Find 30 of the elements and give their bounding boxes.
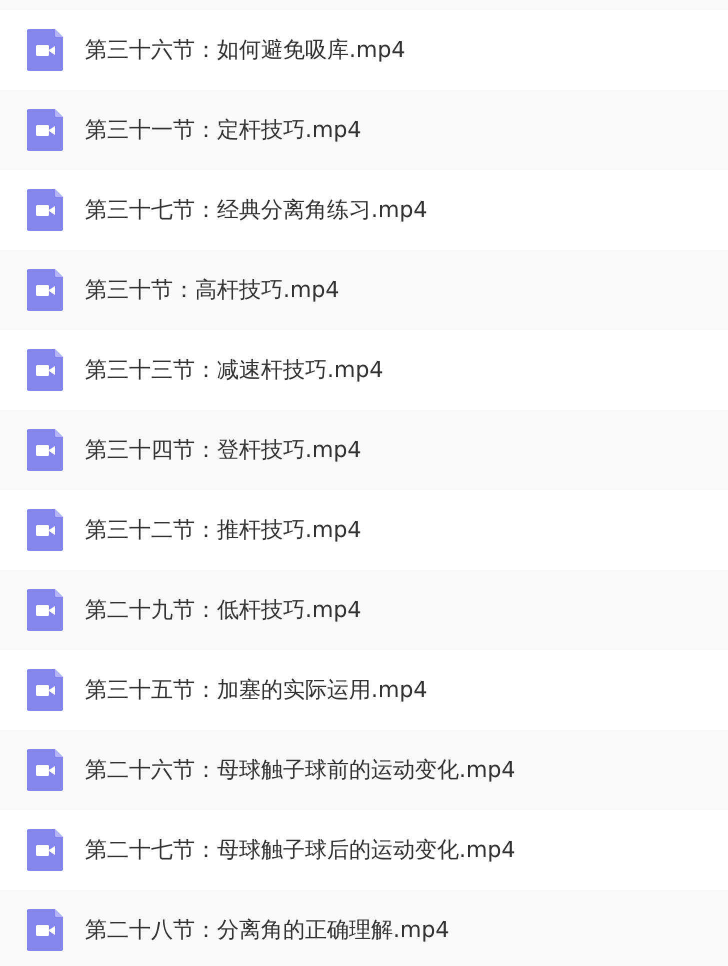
- file-name: 第三十一节：定杆技巧.mp4: [85, 117, 362, 145]
- file-name: 第二十七节：母球触子球后的运动变化.mp4: [85, 837, 516, 865]
- video-file-icon: [27, 589, 63, 631]
- file-name: 第二十八节：分离角的正确理解.mp4: [85, 917, 450, 945]
- file-row[interactable]: 第三十七节：经典分离角练习.mp4: [0, 170, 728, 250]
- file-row[interactable]: 第三十三节：减速杆技巧.mp4: [0, 330, 728, 410]
- video-file-icon: [27, 109, 63, 151]
- video-file-icon: [27, 669, 63, 711]
- video-file-icon: [27, 429, 63, 471]
- video-file-icon: [27, 269, 63, 311]
- file-name: 第三十五节：加塞的实际运用.mp4: [85, 677, 428, 705]
- file-name: 第二十九节：低杆技巧.mp4: [85, 597, 362, 625]
- video-file-icon: [27, 349, 63, 391]
- video-file-icon: [27, 829, 63, 871]
- video-file-icon: [27, 909, 63, 951]
- file-name: 第三十七节：经典分离角练习.mp4: [85, 197, 428, 225]
- video-file-icon: [27, 29, 63, 71]
- file-name: 第二十六节：母球触子球前的运动变化.mp4: [85, 757, 516, 785]
- file-name: 第三十四节：登杆技巧.mp4: [85, 437, 362, 465]
- file-name: 第三十六节：如何避免吸库.mp4: [85, 37, 406, 65]
- video-file-icon: [27, 509, 63, 551]
- file-row[interactable]: 第三十二节：推杆技巧.mp4: [0, 490, 728, 570]
- file-row[interactable]: 第三十六节：如何避免吸库.mp4: [0, 10, 728, 90]
- video-file-icon: [27, 189, 63, 231]
- file-name: 第三十三节：减速杆技巧.mp4: [85, 357, 384, 385]
- file-name: 第三十节：高杆技巧.mp4: [85, 277, 340, 305]
- file-row[interactable]: 第三十五节：加塞的实际运用.mp4: [0, 650, 728, 730]
- file-name: 第三十二节：推杆技巧.mp4: [85, 517, 362, 545]
- file-row[interactable]: 第二十七节：母球触子球后的运动变化.mp4: [0, 810, 728, 890]
- video-file-icon: [27, 749, 63, 791]
